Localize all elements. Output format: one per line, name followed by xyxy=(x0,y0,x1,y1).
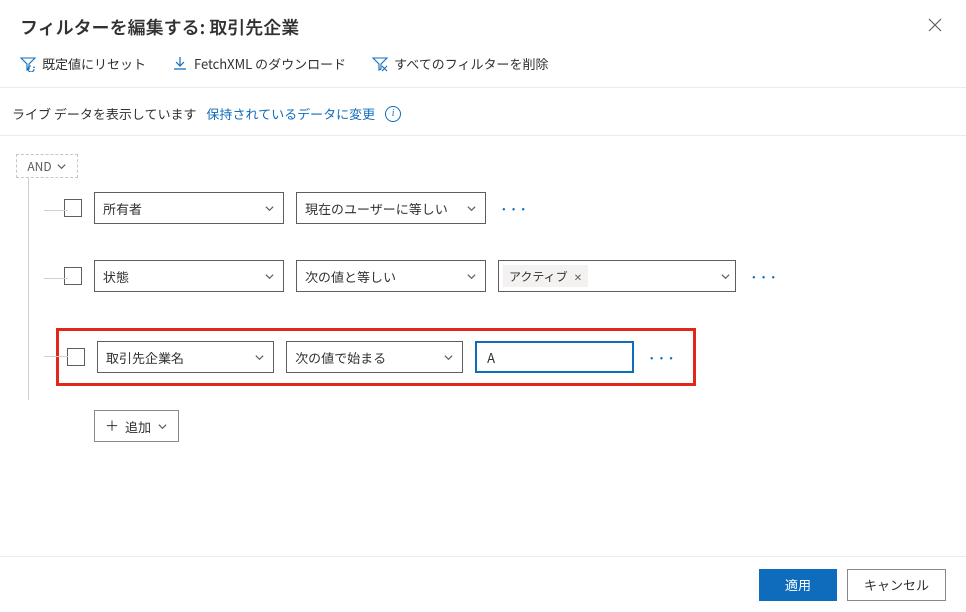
cancel-button[interactable]: キャンセル xyxy=(847,569,946,601)
operator-label: 現在のユーザーに等しい xyxy=(305,199,448,218)
field-label: 状態 xyxy=(103,267,129,286)
chevron-down-icon xyxy=(56,161,67,172)
reset-defaults-button[interactable]: 既定値にリセット xyxy=(20,54,146,73)
chevron-down-icon xyxy=(254,352,265,363)
chevron-down-icon xyxy=(264,271,275,282)
tag-remove-icon[interactable]: ✕ xyxy=(574,269,582,284)
download-icon xyxy=(172,56,188,72)
operator-dropdown[interactable]: 現在のユーザーに等しい xyxy=(296,192,486,224)
add-filter-button[interactable]: ＋ 追加 xyxy=(94,410,179,442)
row-checkbox[interactable] xyxy=(64,267,82,285)
operator-label: 次の値で始まる xyxy=(295,348,386,367)
filter-canvas: AND 所有者 現在のユーザーに等しい ··· xyxy=(0,136,966,460)
download-fetchxml-button[interactable]: FetchXML のダウンロード xyxy=(172,54,346,73)
info-bar: ライブ データを表示しています 保持されているデータに変更 i xyxy=(0,88,966,136)
value-tag-label: アクティブ xyxy=(509,268,568,285)
chevron-down-icon xyxy=(466,203,477,214)
filter-row: 取引先企業名 次の値で始まる ··· xyxy=(64,328,950,386)
chevron-down-icon xyxy=(466,271,477,282)
group-operator-label: AND xyxy=(27,158,51,175)
operator-dropdown[interactable]: 次の値と等しい xyxy=(296,260,486,292)
info-icon[interactable]: i xyxy=(385,106,401,122)
operator-label: 次の値と等しい xyxy=(305,267,396,286)
dialog-header: フィルターを編集する: 取引先企業 xyxy=(0,0,966,50)
value-input[interactable] xyxy=(485,347,624,368)
filter-row: 所有者 現在のユーザーに等しい ··· xyxy=(64,192,950,224)
chevron-down-icon xyxy=(157,421,168,432)
filter-reset-icon xyxy=(20,56,36,72)
tree-connector xyxy=(44,210,68,211)
value-textbox[interactable] xyxy=(475,341,634,373)
tree-connector xyxy=(44,278,68,279)
chevron-down-icon xyxy=(443,352,454,363)
field-label: 所有者 xyxy=(103,199,142,218)
row-more-icon[interactable]: ··· xyxy=(498,199,531,218)
filter-row: 状態 次の値と等しい アクティブ ✕ ··· xyxy=(64,260,950,292)
switch-retained-data-link[interactable]: 保持されているデータに変更 xyxy=(207,104,376,123)
filter-rows: 所有者 現在のユーザーに等しい ··· 状態 次の値と等し xyxy=(64,154,950,442)
live-data-text: ライブ データを表示しています xyxy=(12,104,197,123)
command-bar: 既定値にリセット FetchXML のダウンロード すべてのフィルターを削除 xyxy=(0,50,966,88)
field-dropdown[interactable]: 所有者 xyxy=(94,192,284,224)
close-icon[interactable] xyxy=(924,14,946,38)
row-more-icon[interactable]: ··· xyxy=(748,267,781,286)
tree-line xyxy=(28,178,29,400)
apply-button[interactable]: 適用 xyxy=(759,569,837,601)
field-dropdown[interactable]: 取引先企業名 xyxy=(97,341,274,373)
reset-defaults-label: 既定値にリセット xyxy=(42,54,146,73)
row-more-icon[interactable]: ··· xyxy=(646,348,679,367)
highlight-box: 取引先企業名 次の値で始まる ··· xyxy=(56,328,696,386)
plus-icon: ＋ xyxy=(105,416,119,436)
field-dropdown[interactable]: 状態 xyxy=(94,260,284,292)
tree-connector xyxy=(44,356,68,357)
group-operator-chip[interactable]: AND xyxy=(16,154,78,178)
clear-filters-label: すべてのフィルターを削除 xyxy=(394,54,548,73)
add-row-wrap: ＋ 追加 xyxy=(64,410,950,442)
dialog-footer: 適用 キャンセル xyxy=(0,556,966,612)
clear-filters-button[interactable]: すべてのフィルターを削除 xyxy=(372,54,548,73)
dialog-title: フィルターを編集する: 取引先企業 xyxy=(20,14,299,40)
cancel-button-label: キャンセル xyxy=(864,575,929,594)
filter-clear-icon xyxy=(372,56,388,72)
chevron-down-icon xyxy=(264,203,275,214)
row-checkbox[interactable] xyxy=(64,199,82,217)
apply-button-label: 適用 xyxy=(785,575,811,594)
field-label: 取引先企業名 xyxy=(106,348,184,367)
add-filter-label: 追加 xyxy=(125,417,151,436)
value-tag: アクティブ ✕ xyxy=(503,265,588,287)
chevron-down-icon xyxy=(720,271,731,282)
row-checkbox[interactable] xyxy=(67,348,85,366)
download-fetchxml-label: FetchXML のダウンロード xyxy=(194,54,346,73)
operator-dropdown[interactable]: 次の値で始まる xyxy=(286,341,463,373)
value-tagbox[interactable]: アクティブ ✕ xyxy=(498,260,736,292)
